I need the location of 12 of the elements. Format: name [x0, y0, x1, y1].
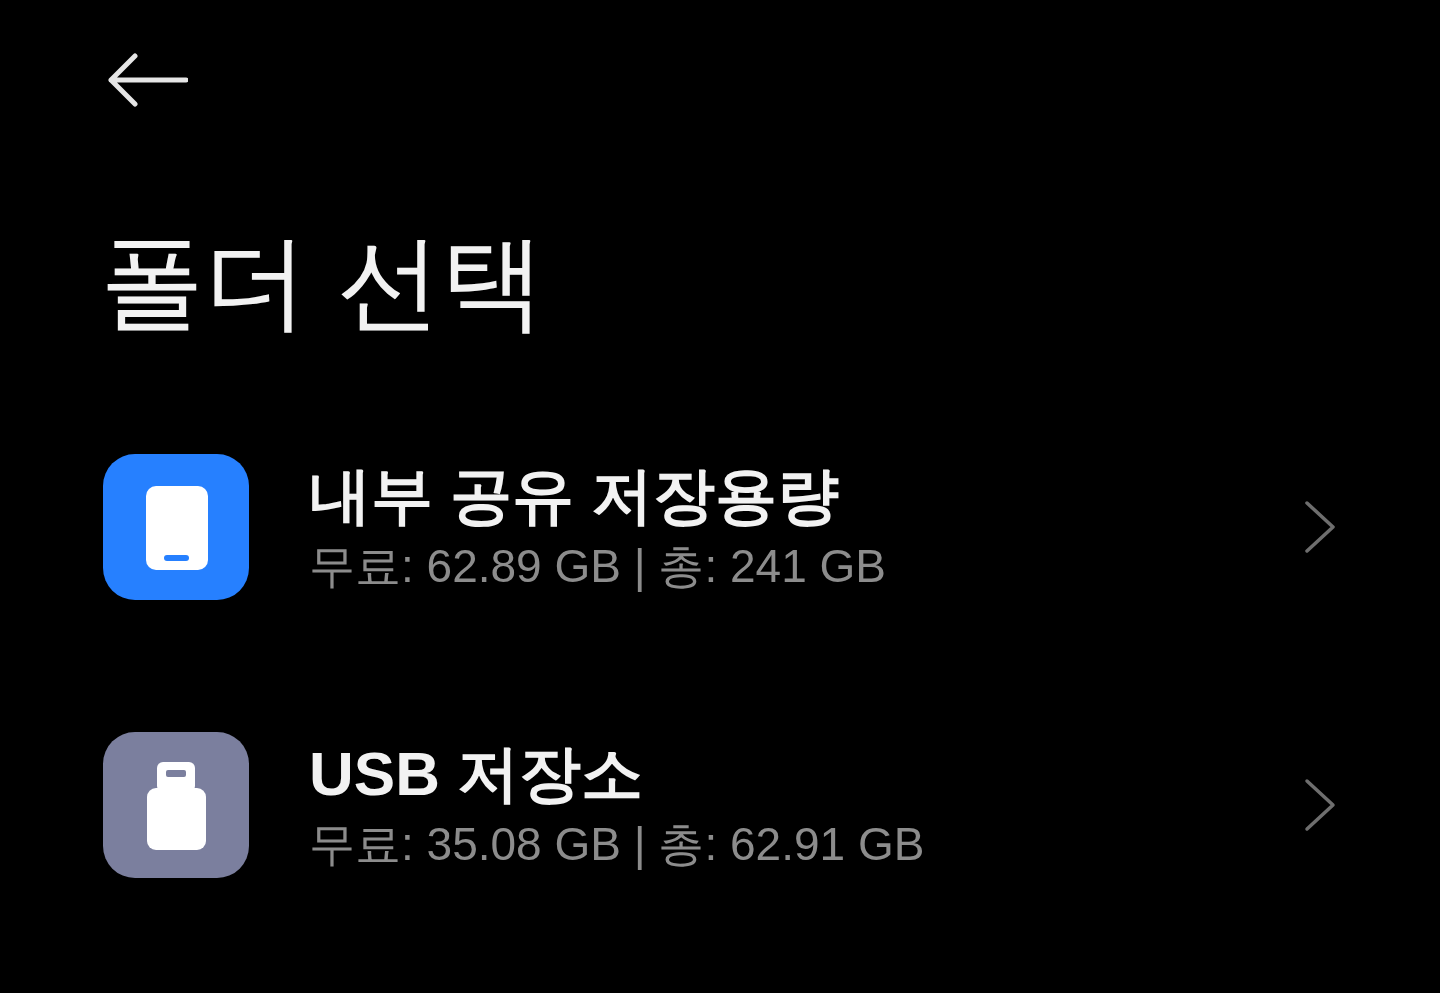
chevron-right-icon	[1304, 500, 1336, 554]
storage-item[interactable]: 내부 공유 저장용량 무료: 62.89 GB | 총: 241 GB	[0, 454, 1440, 600]
chevron-right-icon	[1304, 778, 1336, 832]
usb-drive-icon	[103, 732, 249, 878]
phone-icon	[103, 454, 249, 600]
storage-name: USB 저장소	[309, 738, 645, 810]
storage-details: 무료: 62.89 GB | 총: 241 GB	[309, 539, 887, 594]
storage-details: 무료: 35.08 GB | 총: 62.91 GB	[309, 817, 926, 872]
storage-name: 내부 공유 저장용량	[309, 460, 841, 532]
page-title: 폴더 선택	[100, 223, 545, 342]
storage-item[interactable]: USB 저장소 무료: 35.08 GB | 총: 62.91 GB	[0, 732, 1440, 878]
back-arrow-icon	[106, 53, 188, 109]
